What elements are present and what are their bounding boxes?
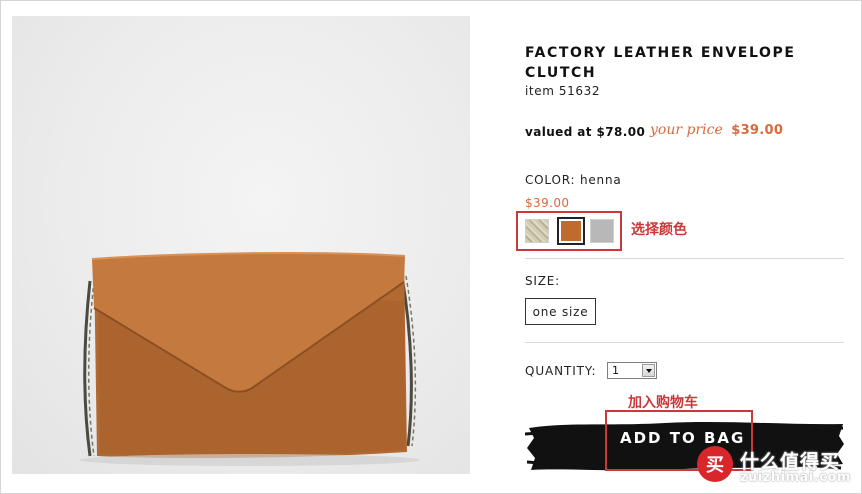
swatch-gold[interactable] — [525, 219, 549, 243]
quantity-select[interactable]: 1 — [607, 362, 657, 379]
color-label: COLOR: henna — [525, 173, 622, 187]
color-price: $39.00 — [525, 196, 570, 210]
quantity-label: QUANTITY: — [525, 364, 597, 378]
quantity-value: 1 — [612, 364, 619, 377]
your-price-label: your price — [650, 122, 723, 138]
divider — [525, 258, 844, 259]
valued-price: valued at $78.00 — [525, 125, 646, 139]
your-price-value: $39.00 — [731, 123, 784, 138]
divider — [525, 342, 844, 343]
watermark-url: zuizhimai.com — [740, 470, 851, 485]
chevron-down-icon[interactable] — [642, 364, 655, 377]
product-title: FACTORY LEATHER ENVELOPE CLUTCH — [525, 45, 796, 81]
your-price: your price $39.00 — [650, 122, 783, 138]
annotation-choose-color: 选择颜色 — [631, 222, 687, 238]
swatch-henna-selected[interactable] — [557, 217, 585, 245]
annotation-add-to-cart: 加入购物车 — [628, 395, 698, 411]
size-label: SIZE: — [525, 274, 561, 288]
item-number: item 51632 — [525, 84, 601, 98]
size-option-button[interactable]: one size — [525, 298, 596, 325]
swatch-silver[interactable] — [590, 219, 614, 243]
clutch-illustration — [80, 252, 420, 466]
watermark-logo-icon: 买 — [697, 446, 733, 482]
product-image — [12, 16, 470, 474]
